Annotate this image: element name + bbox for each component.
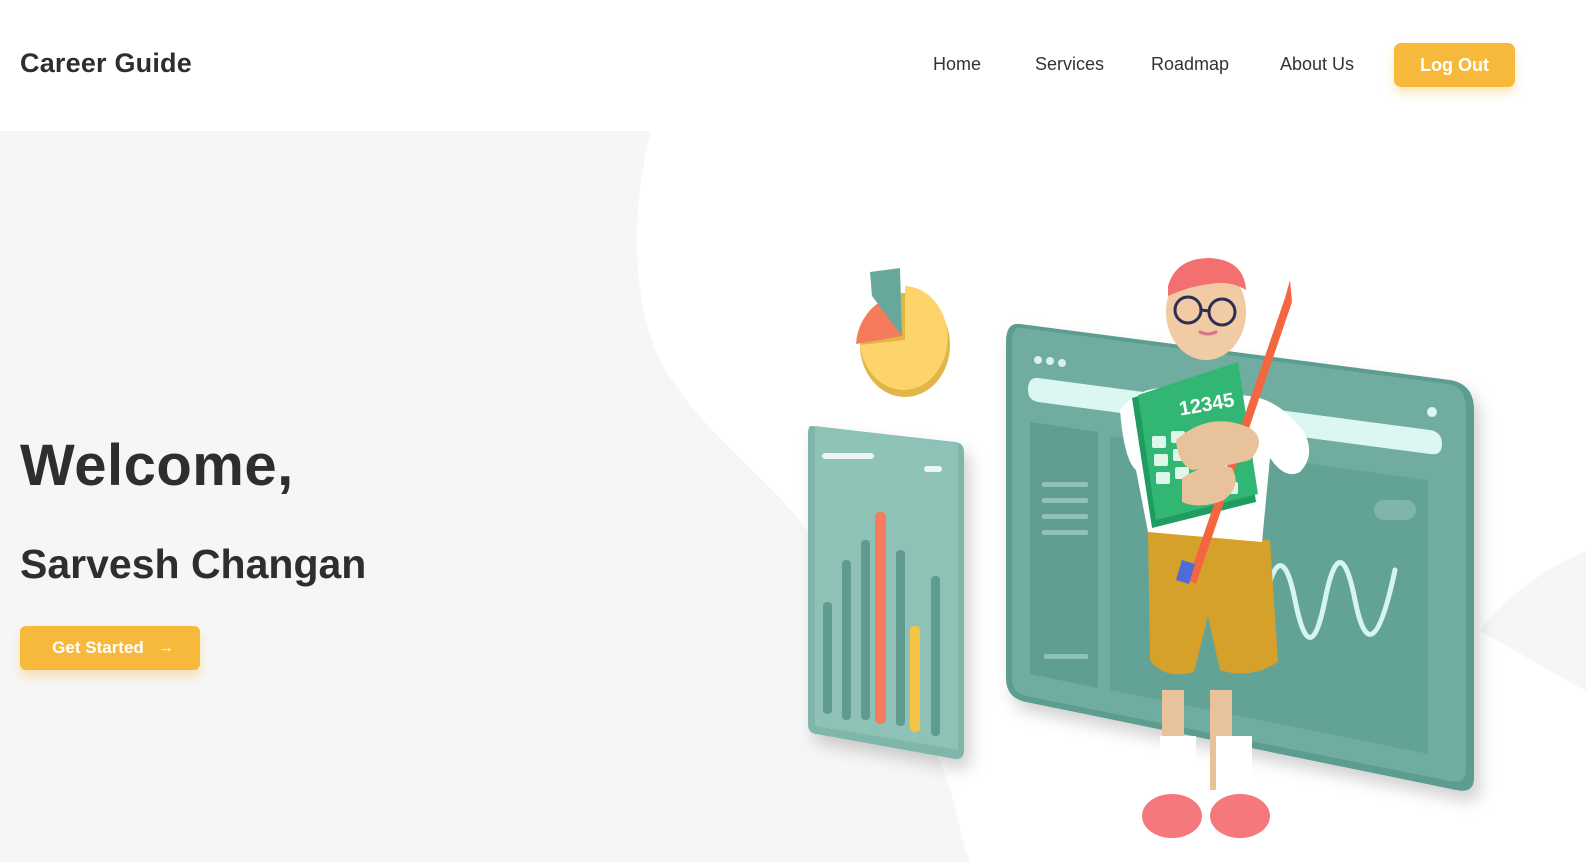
user-name-heading: Sarvesh Changan <box>20 541 367 587</box>
nav-link-about-us[interactable]: About Us <box>1280 54 1354 75</box>
arrow-right-icon: → <box>157 639 174 656</box>
get-started-button[interactable]: Get Started → <box>20 626 200 670</box>
pie-chart-graphic <box>856 268 950 397</box>
nav-link-home[interactable]: Home <box>933 54 981 75</box>
logout-button[interactable]: Log Out <box>1394 43 1515 87</box>
nav-link-roadmap[interactable]: Roadmap <box>1151 54 1229 75</box>
nav-link-services[interactable]: Services <box>1035 54 1104 75</box>
get-started-label: Get Started <box>52 638 144 657</box>
site-logo[interactable]: Career Guide <box>20 48 192 79</box>
top-navbar: Career Guide Home Services Roadmap About… <box>0 0 1586 131</box>
bar-chart-panel <box>808 425 964 760</box>
welcome-heading: Welcome, <box>20 433 294 498</box>
hero-illustration: 12345 <box>808 258 1474 838</box>
